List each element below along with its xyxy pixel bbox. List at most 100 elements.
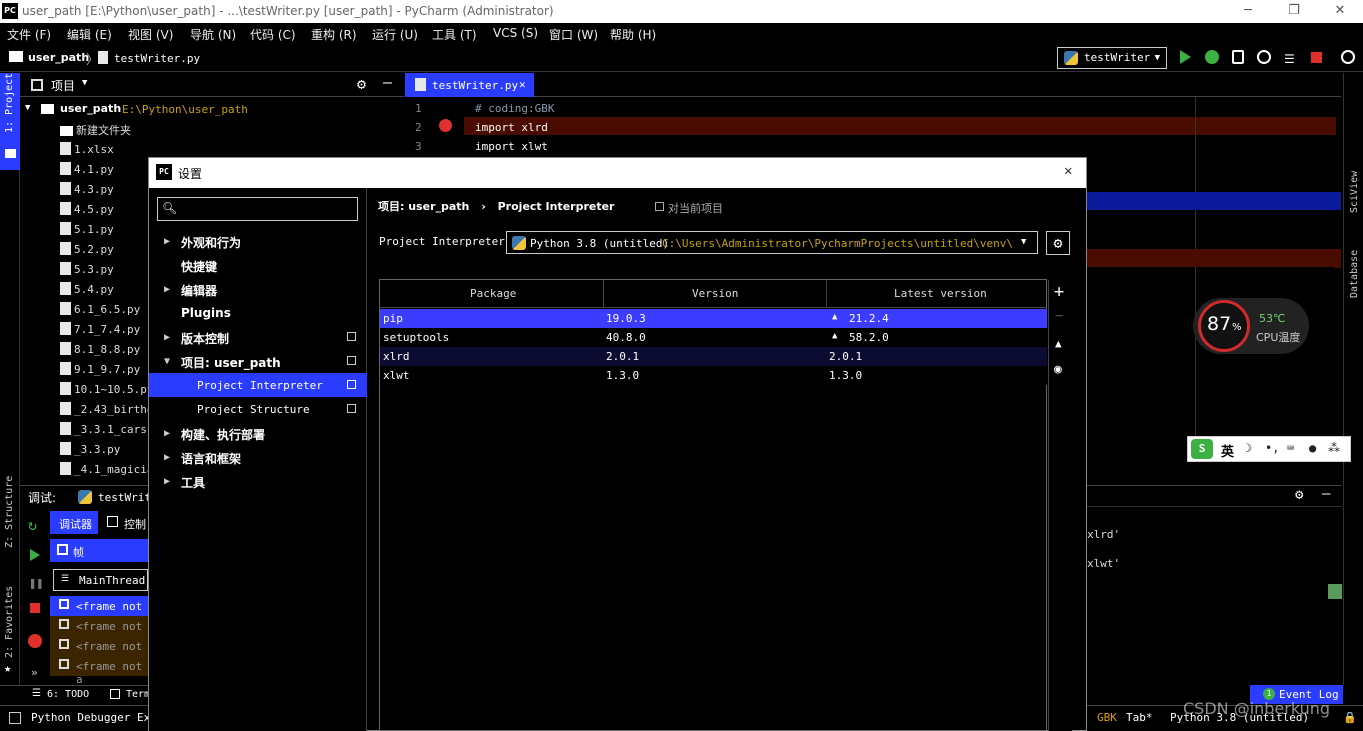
editor-tab[interactable]: testWriter.py ✕ — [405, 73, 534, 97]
sciview-tool-tab[interactable]: SciView — [1349, 171, 1360, 213]
collapse-arrow-icon[interactable]: ▶ — [164, 476, 170, 487]
settings-search-input[interactable]: 🔍︎ — [157, 197, 358, 221]
ime-language[interactable]: 英 — [1221, 441, 1234, 460]
package-row[interactable]: xlrd 2.0.1 2.0.1 — [380, 347, 1047, 366]
menu-vcs[interactable]: VCS (S) — [493, 26, 538, 40]
tree-file-item[interactable]: _4.1_magicia — [60, 462, 153, 476]
menu-view[interactable]: 视图 (V) — [128, 26, 173, 43]
breadcrumb-file[interactable]: testWriter.py — [114, 52, 200, 65]
project-tool-tab[interactable]: 1: Project — [0, 73, 20, 170]
run-icon[interactable] — [1180, 50, 1191, 64]
nav-item[interactable]: Project Structure — [197, 403, 310, 416]
tree-file-item[interactable]: 1.xlsx — [60, 142, 114, 156]
status-icon[interactable] — [9, 712, 21, 724]
menu-code[interactable]: 代码 (C) — [250, 26, 296, 43]
thread-select[interactable]: ☰ MainThread — [53, 569, 148, 591]
ime-toolbar[interactable]: S 英 ☽ •, ⌨ ● ⁂ — [1187, 436, 1351, 462]
cpu-widget[interactable]: 87 % 53℃ CPU温度 — [1193, 298, 1309, 354]
nav-item[interactable]: 版本控制 — [181, 330, 229, 347]
gear-icon[interactable]: ⚙ — [357, 75, 366, 93]
tab-debugger[interactable]: 调试器 — [50, 511, 98, 534]
rerun-icon[interactable]: ↻ — [28, 516, 37, 534]
package-row[interactable]: xlwt 1.3.0 1.3.0 — [380, 366, 1047, 385]
frame-item[interactable]: <frame not a — [50, 616, 148, 646]
nav-item[interactable]: 外观和行为 — [181, 234, 241, 251]
column-header-package[interactable]: Package — [470, 287, 516, 300]
project-root[interactable]: user_path — [60, 102, 121, 115]
favorites-tool-tab[interactable]: 2: Favorites ★ — [0, 578, 20, 678]
collapse-arrow-icon[interactable]: ▶ — [164, 332, 170, 343]
frame-item-selected[interactable]: <frame not a — [50, 596, 148, 626]
tree-file-item[interactable]: _3.3.1_cars. — [60, 422, 153, 436]
tab-console[interactable]: 控制 — [98, 511, 148, 534]
breakpoint-icon[interactable] — [439, 119, 452, 132]
collapse-arrow-icon[interactable]: ▶ — [164, 452, 170, 463]
expand-arrow-icon[interactable]: ▼ — [164, 356, 170, 367]
keyboard-icon[interactable]: ⌨ — [1287, 441, 1294, 455]
close-dialog-icon[interactable]: ✕ — [1064, 163, 1072, 179]
nav-item[interactable]: 快捷键 — [181, 258, 217, 275]
add-package-icon[interactable]: + — [1054, 282, 1064, 302]
collapse-arrow-icon[interactable]: ▶ — [164, 236, 170, 247]
punctuation-icon[interactable]: •, — [1265, 441, 1279, 455]
package-row[interactable]: pip 19.0.3 ▲ 21.2.4 — [380, 309, 1047, 328]
tree-file-item[interactable]: 8.1_8.8.py — [60, 342, 140, 356]
tree-folder-item[interactable]: 新建文件夹 — [60, 122, 131, 138]
collapse-arrow-icon[interactable]: ▶ — [164, 428, 170, 439]
upgrade-package-icon[interactable]: ▲ — [1055, 337, 1062, 350]
tree-file-item[interactable]: 5.3.py — [60, 262, 114, 276]
nav-item[interactable]: 工具 — [181, 474, 205, 491]
nav-item[interactable]: 项目: user_path — [181, 354, 281, 371]
encoding-indicator[interactable]: GBK — [1097, 711, 1117, 724]
frame-item[interactable]: <frame not a — [50, 656, 148, 686]
column-header-latest[interactable]: Latest version — [894, 287, 987, 300]
nav-item[interactable]: 语言和框架 — [181, 450, 241, 467]
remove-package-icon[interactable]: − — [1055, 308, 1063, 324]
menu-file[interactable]: 文件 (F) — [7, 26, 51, 43]
moon-icon[interactable]: ☽ — [1245, 441, 1252, 455]
menu-help[interactable]: 帮助 (H) — [610, 26, 656, 43]
show-early-releases-eye-icon[interactable]: ◉ — [1054, 362, 1062, 377]
tree-file-item[interactable]: 7.1_7.4.py — [60, 322, 140, 336]
column-header-version[interactable]: Version — [692, 287, 738, 300]
tree-file-item[interactable]: 5.2.py — [60, 242, 114, 256]
tree-file-item[interactable]: 6.1_6.5.py — [60, 302, 140, 316]
breadcrumb-project[interactable]: user_path — [28, 51, 89, 64]
nav-item[interactable]: 构建、执行部署 — [181, 426, 265, 443]
stop-icon[interactable] — [1311, 52, 1322, 63]
tree-file-item[interactable]: _2.43_birtho — [60, 402, 153, 416]
tree-file-item[interactable]: 4.3.py — [60, 182, 114, 196]
package-row[interactable]: setuptools 40.8.0 ▲ 58.2.0 — [380, 328, 1047, 347]
pause-icon[interactable]: ❚❚ — [29, 576, 43, 590]
run-list-icon[interactable]: ☰ — [1284, 52, 1295, 66]
resume-icon[interactable] — [30, 549, 40, 561]
close-tab-icon[interactable]: ✕ — [519, 78, 526, 91]
user-icon[interactable]: ● — [1309, 441, 1316, 455]
menu-run[interactable]: 运行 (U) — [372, 26, 418, 43]
more-icon[interactable]: » — [31, 666, 38, 679]
indent-indicator[interactable]: Tab* — [1126, 711, 1153, 724]
apps-icon[interactable]: ⁂ — [1328, 441, 1340, 455]
search-everywhere-icon[interactable] — [1341, 50, 1355, 64]
tab-terminal[interactable]: Term — [126, 689, 150, 700]
tree-file-item[interactable]: 10.1~10.5.py — [60, 382, 153, 396]
menu-tools[interactable]: 工具 (T) — [432, 26, 477, 43]
tree-file-item[interactable]: 5.1.py — [60, 222, 114, 236]
hide-panel-icon[interactable]: — — [383, 73, 392, 91]
menu-window[interactable]: 窗口 (W) — [549, 26, 598, 43]
tree-file-item[interactable]: 5.4.py — [60, 282, 114, 296]
tree-file-item[interactable]: 4.5.py — [60, 202, 114, 216]
nav-item[interactable]: 编辑器 — [181, 282, 217, 299]
debug-icon[interactable] — [1205, 50, 1219, 64]
nav-item[interactable]: Plugins — [181, 306, 231, 320]
stop-icon[interactable] — [30, 603, 40, 613]
collapse-arrow-icon[interactable]: ▶ — [164, 284, 170, 295]
expand-arrow-icon[interactable]: ▼ — [25, 103, 30, 113]
gear-icon[interactable]: ⚙ — [1295, 487, 1303, 503]
hide-panel-icon[interactable]: — — [1322, 486, 1330, 502]
tab-todo[interactable]: 6: TODO — [47, 689, 89, 700]
menu-refactor[interactable]: 重构 (R) — [311, 26, 357, 43]
tree-file-item[interactable]: _3.3.py — [60, 442, 120, 456]
menu-navigate[interactable]: 导航 (N) — [190, 26, 236, 43]
nav-item-project-interpreter[interactable]: Project Interpreter — [197, 379, 323, 392]
